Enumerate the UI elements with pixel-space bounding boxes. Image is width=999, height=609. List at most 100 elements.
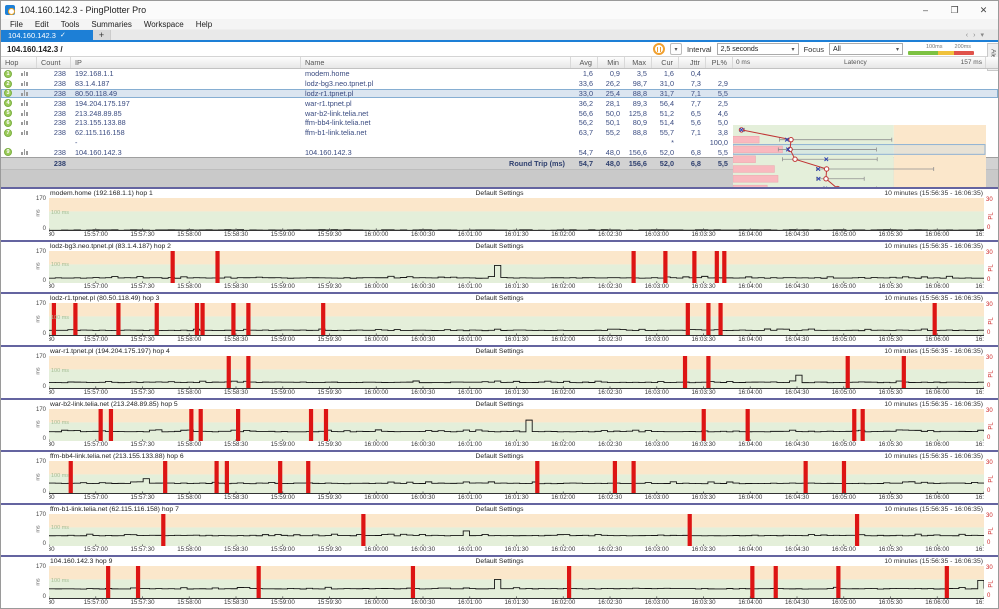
legend-segment [954,51,974,55]
graph-plot[interactable]: 100 ms [49,461,984,494]
table-row-hop-9[interactable]: 9238104.160.142.3104.160.142.354,748,015… [1,147,998,157]
pl-cell: 5,5 [706,148,733,157]
graph-time-range: 10 minutes (15:56:35 - 16:06:35) [884,453,983,460]
minimize-button[interactable]: – [911,1,940,19]
latency-timeline [49,566,984,599]
graph-settings-label[interactable]: Default Settings [476,295,524,302]
table-row-hop-5[interactable]: 5238213.248.89.85war-b2-link.telia.net56… [1,108,998,118]
col-ip[interactable]: IP [71,57,301,68]
hop-minigraph-icon[interactable] [15,99,37,108]
graph-x-axis: 3015:57:0015:57:3015:58:0015:58:3015:59:… [49,283,984,292]
col-cur[interactable]: Cur [652,57,679,68]
table-row-hop-3[interactable]: 323880.50.118.49lodz-r1.tpnet.pl33,025,4… [1,89,998,99]
maximize-button[interactable]: ❐ [940,1,969,19]
table-row-hop-blank[interactable]: -*100,0 [1,137,998,147]
col-pl[interactable]: PL% [706,57,733,68]
pause-button[interactable] [653,43,665,55]
hop-graph-strip[interactable]: lodz-r1.tpnet.pl (80.50.118.49) hop 3Def… [1,292,998,345]
hop-minigraph-icon[interactable] [15,79,37,88]
menu-tools[interactable]: Tools [55,20,86,29]
col-name[interactable]: Name [301,57,571,68]
hop-timeline-graphs: modem.home (192.168.1.1) hop 1Default Se… [1,187,998,608]
menu-workspace[interactable]: Workspace [138,20,190,29]
graph-plot[interactable]: 100 ms [49,514,984,547]
graph-plot[interactable]: 100 ms [49,409,984,442]
menu-edit[interactable]: Edit [29,20,55,29]
interval-select[interactable]: 2,5 seconds▾ [717,43,799,55]
graph-settings-label[interactable]: Default Settings [476,506,524,513]
table-row-hop-1[interactable]: 1238192.168.1.1modem.home1,60,93,51,60,4 [1,69,998,79]
col-min[interactable]: Min [598,57,625,68]
graph-plot[interactable]: 100 ms [49,251,984,284]
tab-scroll-right-icon[interactable]: › [973,32,975,39]
hop-minigraph-icon[interactable] [15,69,37,78]
graph-pl-axis: 30PL0 [984,251,998,284]
tab-scroll-arrows[interactable]: ‹ › ▾ [966,30,998,40]
x-tick-label: 15:59:30 [317,336,341,343]
x-tick-label: 16:03:30 [691,494,715,501]
hop-graph-strip[interactable]: modem.home (192.168.1.1) hop 1Default Se… [1,187,998,240]
graph-settings-label[interactable]: Default Settings [476,401,524,408]
graph-time-range: 10 minutes (15:56:35 - 16:06:35) [884,243,983,250]
menu-summaries[interactable]: Summaries [85,20,137,29]
pl-max-label: 30 [986,460,993,466]
pl-min-label: 0 [987,435,990,441]
graph-x-axis: 3015:57:0015:57:3015:58:0015:58:3015:59:… [49,231,984,240]
interval-value: 2,5 seconds [721,46,759,53]
menu-file[interactable]: File [4,20,29,29]
tab-target[interactable]: 104.160.142.3 ✓ [1,30,93,40]
col-jttr[interactable]: Jttr [679,57,706,68]
hop-graph-strip[interactable]: war-r1.tpnet.pl (194.204.175.197) hop 4D… [1,345,998,398]
close-button[interactable]: ✕ [969,1,998,19]
graph-settings-label[interactable]: Default Settings [476,243,524,250]
x-tick-label: 16:04:30 [785,546,809,553]
col-max[interactable]: Max [625,57,652,68]
hop-minigraph-icon[interactable] [15,128,37,137]
hop-graph-strip[interactable]: 104.160.142.3 hop 9Default Settings10 mi… [1,555,998,608]
focus-select[interactable]: All▾ [829,43,903,55]
tab-list-icon[interactable]: ▾ [980,31,984,39]
hop-graph-strip[interactable]: ffm-b1-link.telia.net (62.115.116.158) h… [1,503,998,556]
x-tick-label: 15:58:30 [224,546,248,553]
cur-cell: * [652,138,679,147]
new-tab-button[interactable]: + [93,30,111,40]
pause-options-dropdown[interactable]: ▾ [670,43,682,55]
min-cell: 48,0 [598,148,625,157]
hop-graph-strip[interactable]: ffm-bb4-link.telia.net (213.155.133.88) … [1,450,998,503]
table-row-hop-6[interactable]: 6238213.155.133.88ffm-bb4-link.telia.net… [1,118,998,128]
graph-plot[interactable]: 100 ms [49,356,984,389]
name-cell: ffm-b1-link.telia.net [301,128,571,137]
hop-minigraph-icon[interactable] [15,148,37,157]
graph-settings-label[interactable]: Default Settings [476,558,524,565]
jttr-cell: 7,1 [679,128,706,137]
table-row-hop-2[interactable]: 223883.1.4.187lodz-bg3.neo.tpnet.pl33,62… [1,79,998,89]
graph-plot[interactable]: 100 ms [49,566,984,599]
x-tick-label: 30 [49,546,55,553]
graph-settings-label[interactable]: Default Settings [476,348,524,355]
col-count[interactable]: Count [37,57,71,68]
graph-settings-label[interactable]: Default Settings [476,190,524,197]
x-tick-label: 16:03:30 [691,231,715,238]
x-tick-label: 16:01:30 [504,336,528,343]
graph-settings-label[interactable]: Default Settings [476,453,524,460]
col-avg[interactable]: Avg [571,57,598,68]
hop-graph-strip[interactable]: war-b2-link.telia.net (213.248.89.85) ho… [1,398,998,451]
graph-plot[interactable]: 100 ms [49,303,984,336]
x-tick-label: 15:58:30 [224,599,248,606]
graph-plot[interactable]: 100 ms [49,198,984,231]
y-max-label: 170 [36,249,46,255]
footer-min: 48,0 [598,159,625,168]
table-row-hop-7[interactable]: 723862.115.116.158ffm-b1-link.telia.net6… [1,128,998,138]
hop-minigraph-icon[interactable] [15,89,37,98]
hop-minigraph-icon[interactable] [15,109,37,118]
col-hop[interactable]: Hop [1,57,37,68]
hop-minigraph-icon[interactable] [15,118,37,127]
threshold-label: 100 ms [51,262,69,268]
menu-help[interactable]: Help [190,20,218,29]
tab-scroll-left-icon[interactable]: ‹ [966,32,968,39]
x-tick-label: 16:01:00 [458,441,482,448]
latency-timeline [49,251,984,284]
min-cell: 0,9 [598,69,625,78]
table-row-hop-4[interactable]: 4238194.204.175.197war-r1.tpnet.pl36,228… [1,98,998,108]
hop-graph-strip[interactable]: lodz-bg3.neo.tpnet.pl (83.1.4.187) hop 2… [1,240,998,293]
